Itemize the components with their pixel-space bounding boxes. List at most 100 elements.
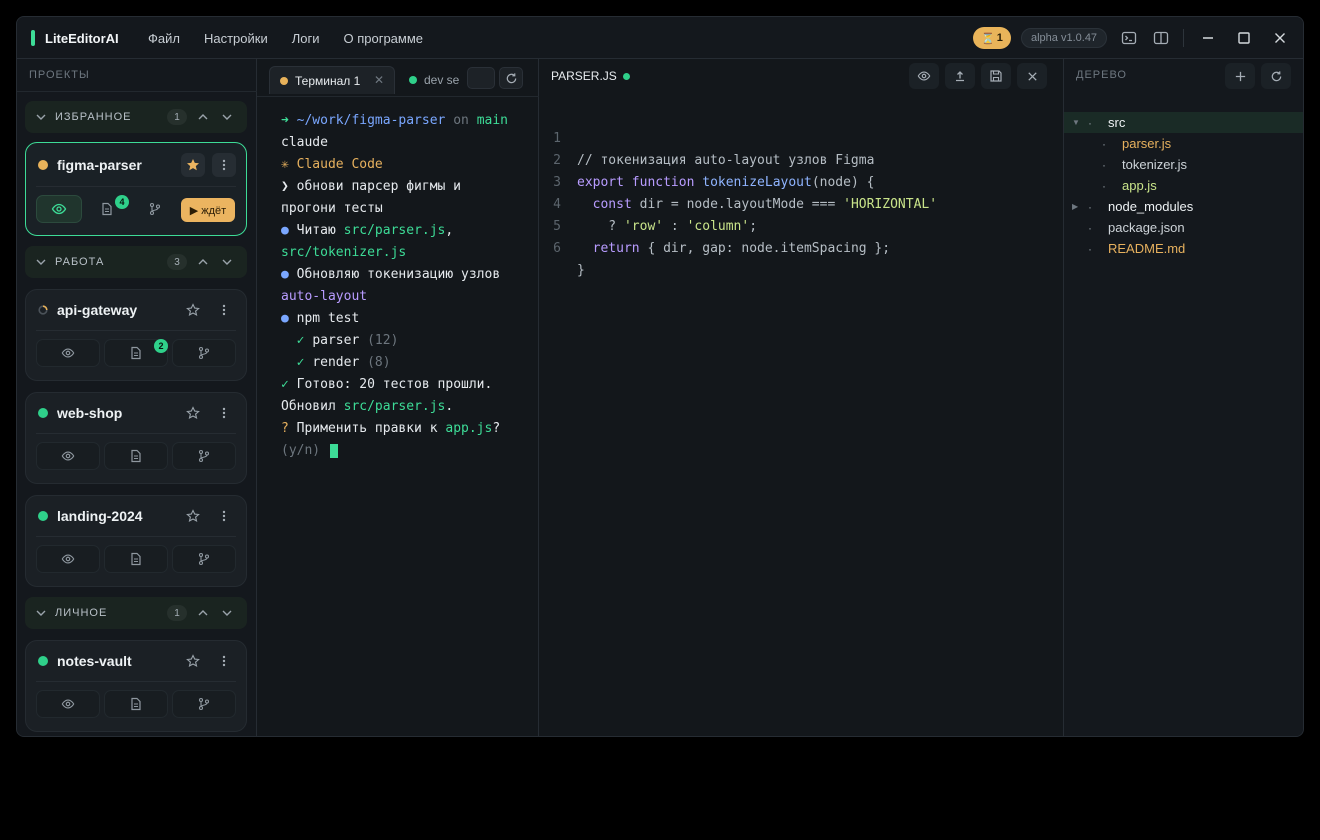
git-button[interactable] — [172, 545, 236, 573]
test-name: parser — [312, 333, 360, 348]
terminal-cursor — [329, 443, 338, 458]
waiting-button[interactable]: ▶ ждёт — [181, 198, 235, 222]
maximize-button[interactable] — [1234, 28, 1254, 48]
git-button[interactable] — [138, 195, 172, 223]
favorite-button[interactable] — [181, 504, 205, 528]
menu-file[interactable]: Файл — [148, 31, 180, 46]
files-button[interactable] — [104, 545, 168, 573]
file-ref: app.js — [445, 421, 493, 436]
project-card-notes-vault[interactable]: notes-vault — [25, 640, 247, 732]
refresh-tree-button[interactable] — [1261, 63, 1291, 89]
preview-button[interactable] — [909, 63, 939, 89]
preview-button[interactable] — [36, 195, 82, 223]
project-card-api-gateway[interactable]: api-gateway 2 — [25, 289, 247, 381]
tree-item-name: package.json — [1108, 220, 1185, 235]
expand-arrow-icon[interactable]: ▼ — [1072, 118, 1080, 127]
upload-button[interactable] — [945, 63, 975, 89]
files-button[interactable] — [104, 690, 168, 718]
star-outline-icon — [186, 303, 200, 316]
group-personal[interactable]: ЛИЧНОЕ 1 — [25, 597, 247, 629]
tab-terminal-1[interactable]: Терминал 1 ✕ — [269, 66, 395, 94]
code-area[interactable]: 1 // токенизация auto-layout узлов Figma… — [539, 106, 1064, 278]
move-up-icon[interactable] — [195, 109, 211, 125]
menu-settings[interactable]: Настройки — [204, 31, 268, 46]
tree-file[interactable]: · README.md — [1064, 238, 1303, 259]
tree-file[interactable]: · package.json — [1064, 217, 1303, 238]
app-name: LiteEditorAI — [45, 30, 119, 46]
git-button[interactable] — [172, 339, 236, 367]
move-down-icon[interactable] — [219, 109, 235, 125]
git-branch-icon — [198, 346, 210, 360]
favorite-button[interactable] — [181, 649, 205, 673]
editor-file-name: PARSER.JS — [551, 69, 617, 83]
favorite-button[interactable] — [181, 153, 205, 177]
terminal-refresh-button[interactable] — [499, 67, 523, 89]
card-divider — [36, 681, 236, 682]
bullet: ● — [281, 267, 297, 282]
new-file-button[interactable] — [1225, 63, 1255, 89]
project-card-landing-2024[interactable]: landing-2024 — [25, 495, 247, 587]
move-down-icon[interactable] — [219, 254, 235, 270]
group-count: 1 — [167, 109, 187, 125]
code-line: 5 return { dir, gap: node.itemSpacing }; — [539, 194, 1064, 256]
refresh-icon — [506, 72, 516, 83]
tab-dev-server[interactable]: dev se — [403, 66, 459, 94]
save-button[interactable] — [981, 63, 1011, 89]
preview-button[interactable] — [36, 545, 100, 573]
tree-file[interactable]: · app.js — [1064, 175, 1303, 196]
prompt-arrow: ➜ — [281, 113, 297, 128]
menu-about[interactable]: О программе — [343, 31, 423, 46]
move-down-icon[interactable] — [219, 605, 235, 621]
more-button[interactable] — [212, 153, 236, 177]
files-button[interactable] — [104, 442, 168, 470]
terminal-toggle-button[interactable] — [1119, 28, 1139, 48]
menu-logs[interactable]: Логи — [292, 31, 320, 46]
project-name: api-gateway — [57, 302, 138, 318]
tree-file[interactable]: · tokenizer.js — [1064, 154, 1303, 175]
collapse-arrow-icon[interactable]: ▶ — [1072, 202, 1078, 211]
project-card-web-shop[interactable]: web-shop — [25, 392, 247, 484]
git-button[interactable] — [172, 442, 236, 470]
preview-button[interactable] — [36, 339, 100, 367]
tree-file[interactable]: · parser.js — [1064, 133, 1303, 154]
eye-icon — [61, 554, 75, 564]
terminal-text: Обновил — [281, 399, 344, 414]
terminal-panel: Терминал 1 ✕ dev se ➜ ~/work/figma-parse… — [257, 59, 539, 736]
new-tab-button[interactable] — [467, 67, 495, 89]
tab-close-icon[interactable]: ✕ — [374, 73, 384, 87]
minimize-button[interactable] — [1198, 28, 1218, 48]
sidebar-heading: ПРОЕКТЫ — [29, 69, 90, 81]
pending-tasks-badge[interactable]: ⏳ 1 — [973, 27, 1011, 49]
git-button[interactable] — [172, 690, 236, 718]
terminal-line: claude — [281, 135, 328, 150]
tree-folder-node-modules[interactable]: ▶ · node_modules — [1064, 196, 1303, 217]
favorite-button[interactable] — [181, 401, 205, 425]
more-button[interactable] — [212, 401, 236, 425]
chevron-down-icon — [36, 259, 46, 265]
terminal-output[interactable]: ➜ ~/work/figma-parser on main claude ✳ C… — [281, 110, 531, 462]
status-dot — [38, 511, 48, 521]
tree-folder-src[interactable]: ▼ · src — [1064, 112, 1303, 133]
group-favorites[interactable]: ИЗБРАННОЕ 1 — [25, 101, 247, 133]
title-bar: LiteEditorAI Файл Настройки Логи О прогр… — [17, 17, 1303, 59]
terminal-line: ❯ обнови парсер фигмы и — [281, 179, 462, 194]
more-button[interactable] — [212, 504, 236, 528]
pending-tasks-count: 1 — [996, 32, 1003, 44]
test-name: render — [312, 355, 360, 370]
preview-button[interactable] — [36, 442, 100, 470]
move-up-icon[interactable] — [195, 605, 211, 621]
check-mark: ✓ — [281, 355, 313, 370]
project-card-figma-parser[interactable]: figma-parser 4 ▶ ждёт — [25, 142, 247, 236]
more-button[interactable] — [212, 298, 236, 322]
preview-button[interactable] — [36, 690, 100, 718]
prompt-branch: main — [476, 113, 508, 128]
files-count-badge: 4 — [115, 195, 129, 209]
more-button[interactable] — [212, 649, 236, 673]
close-window-button[interactable] — [1270, 28, 1290, 48]
move-up-icon[interactable] — [195, 254, 211, 270]
close-editor-button[interactable] — [1017, 63, 1047, 89]
group-work[interactable]: РАБОТА 3 — [25, 246, 247, 278]
favorite-button[interactable] — [181, 298, 205, 322]
split-view-button[interactable] — [1151, 28, 1171, 48]
code-line: 1 // токенизация auto-layout узлов Figma — [539, 106, 1064, 168]
